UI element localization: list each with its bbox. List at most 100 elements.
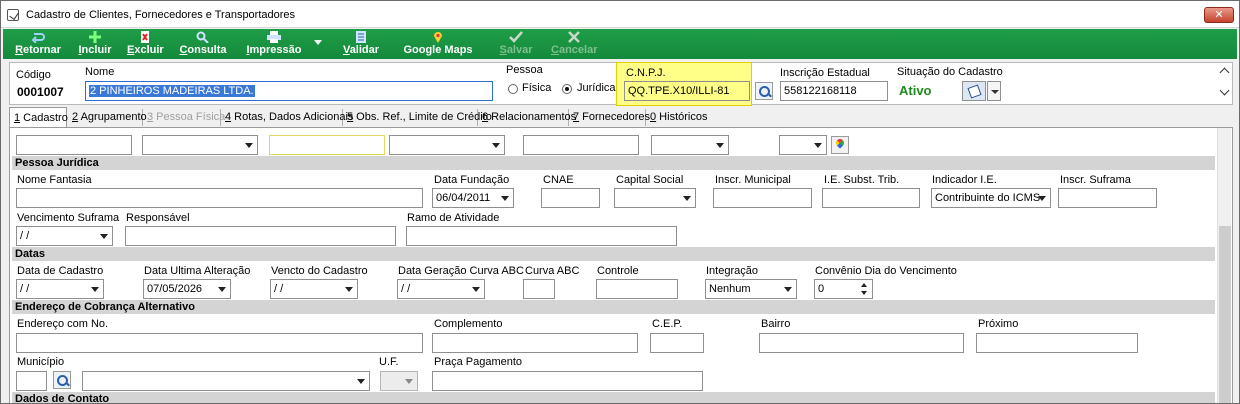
data-geracao-curva-picker[interactable]: / /	[397, 279, 485, 299]
tab-historicos[interactable]: 0 Históricos	[646, 109, 707, 126]
bairro-label: Bairro	[761, 318, 791, 330]
chevron-down-icon	[91, 287, 99, 292]
inscr-municipal-label: Inscr. Municipal	[715, 174, 791, 186]
chevron-up-icon[interactable]	[1219, 67, 1230, 78]
uf-select[interactable]	[380, 371, 418, 391]
impressao-dropdown-caret[interactable]	[314, 40, 322, 45]
integracao-label: Integração	[706, 265, 758, 277]
chevron-down-icon	[492, 143, 500, 148]
top-field-1[interactable]	[16, 135, 132, 155]
complemento-input[interactable]	[432, 333, 638, 353]
nome-fantasia-input[interactable]	[16, 188, 423, 208]
convenio-dia-vencimento-stepper[interactable]: 0	[814, 279, 873, 299]
bairro-input[interactable]	[759, 333, 964, 353]
tab-agrupamento[interactable]: 2 Agrupamento	[68, 109, 147, 126]
nome-input[interactable]: 2 PINHEIROS MADEIRAS LTDA.	[85, 81, 493, 101]
google-maps-icon[interactable]	[831, 136, 849, 154]
vencto-cadastro-picker[interactable]: / /	[270, 279, 358, 299]
tab-cadastro[interactable]: 1 Cadastro	[9, 107, 68, 127]
top-select-4[interactable]	[779, 135, 827, 155]
ie-subst-trib-input[interactable]	[822, 188, 920, 208]
delete-icon	[141, 31, 149, 43]
capital-social-label: Capital Social	[616, 174, 684, 186]
inscricao-estadual-input[interactable]: 558122168118	[780, 81, 888, 101]
salvar-button[interactable]: Salvar	[498, 29, 534, 59]
praca-pagamento-input[interactable]	[432, 371, 703, 391]
tab-fornecedores[interactable]: 7 Fornecedores	[569, 109, 650, 126]
data-geracao-curva-label: Data Geração Curva ABC	[398, 265, 524, 277]
controle-input[interactable]	[596, 279, 678, 299]
chevron-down-icon	[472, 287, 480, 292]
cnpj-label: C.N.P.J.	[626, 67, 666, 79]
incluir-button[interactable]: Incluir	[77, 29, 113, 59]
data-fundacao-picker[interactable]: 06/04/2011	[432, 188, 514, 208]
tab-obs-ref-limite-credito[interactable]: 5 Obs. Ref., Limite de Crédito	[343, 109, 492, 126]
tab-rotas-dados-adicionais[interactable]: 4 Rotas, Dados Adicionais	[221, 109, 353, 126]
top-field-3[interactable]	[523, 135, 639, 155]
top-select-1[interactable]	[142, 135, 258, 155]
inscr-municipal-input[interactable]	[713, 188, 812, 208]
stepper-arrows-icon[interactable]	[860, 281, 870, 297]
cnpj-lookup-icon[interactable]	[755, 82, 773, 100]
top-select-3[interactable]	[651, 135, 729, 155]
vencimento-suframa-picker[interactable]: / /	[16, 226, 113, 246]
situacao-label: Situação do Cadastro	[897, 66, 1003, 78]
municipio-search-icon[interactable]	[53, 371, 71, 389]
pessoa-fisica-radio[interactable]	[508, 84, 518, 94]
municipio-label: Município	[17, 356, 65, 368]
chevron-down-icon	[405, 379, 413, 384]
top-field-2[interactable]	[269, 135, 385, 155]
consulta-button[interactable]: Consulta	[178, 29, 228, 59]
data-ultima-alteracao-label: Data Ultima Alteração	[144, 265, 251, 277]
close-window-button[interactable]: ✕	[1204, 7, 1234, 23]
inscr-suframa-input[interactable]	[1058, 188, 1157, 208]
pessoa-juridica-radio[interactable]	[562, 84, 572, 94]
cnae-input[interactable]	[541, 188, 600, 208]
retornar-button[interactable]: Retornar	[11, 29, 65, 59]
chevron-down-icon[interactable]	[1219, 85, 1230, 96]
chevron-down-icon	[501, 196, 509, 201]
printer-icon	[267, 31, 281, 43]
cnpj-input[interactable]: QQ.TPE.X10/ILLI-81	[624, 81, 750, 101]
data-cadastro-picker[interactable]: / /	[16, 279, 104, 299]
uf-label: U.F.	[379, 356, 399, 368]
vencto-cadastro-label: Vencto do Cadastro	[271, 265, 368, 277]
capital-social-select[interactable]	[614, 188, 696, 208]
chevron-down-icon	[218, 287, 226, 292]
cancelar-button[interactable]: Cancelar	[551, 29, 597, 59]
content-scrollbar[interactable]	[1217, 128, 1231, 403]
nome-fantasia-label: Nome Fantasia	[17, 174, 92, 186]
plus-icon	[89, 31, 101, 43]
header-scroll[interactable]	[1218, 63, 1232, 104]
scrollbar-thumb[interactable]	[1219, 226, 1231, 403]
praca-pagamento-label: Praça Pagamento	[434, 356, 523, 368]
situacao-status: Ativo	[899, 83, 932, 98]
window-title: Cadastro de Clientes, Fornecedores e Tra…	[26, 9, 296, 21]
impressao-button[interactable]: Impressão	[243, 29, 305, 59]
situacao-dropdown[interactable]	[987, 81, 1001, 101]
situacao-edit-icon[interactable]	[962, 81, 986, 101]
ramo-atividade-input[interactable]	[406, 226, 677, 246]
data-ultima-alteracao-picker[interactable]: 07/05/2026	[143, 279, 231, 299]
cep-input[interactable]	[650, 333, 704, 353]
tab-pessoa-fisica[interactable]: 3 Pessoa Física	[143, 109, 225, 126]
proximo-input[interactable]	[976, 333, 1138, 353]
data-fundacao-label: Data Fundação	[434, 174, 510, 186]
tab-relacionamentos[interactable]: 6 Relacionamentos	[478, 109, 576, 126]
integracao-select[interactable]: Nenhum	[705, 279, 797, 299]
excluir-button[interactable]: Excluir	[127, 29, 164, 59]
municipio-code-input[interactable]	[16, 371, 47, 391]
endereco-input[interactable]	[16, 333, 423, 353]
curva-abc-input[interactable]	[523, 279, 555, 299]
chevron-down-icon	[814, 143, 822, 148]
validar-button[interactable]: Validar	[341, 29, 381, 59]
municipio-select[interactable]	[82, 371, 370, 391]
indicador-ie-select[interactable]: Contribuinte do ICMS	[931, 188, 1051, 208]
codigo-value: 0001007	[17, 85, 64, 99]
top-select-2[interactable]	[389, 135, 505, 155]
chevron-down-icon	[245, 143, 253, 148]
chevron-down-icon	[784, 287, 792, 292]
responsavel-input[interactable]	[125, 226, 396, 246]
google-maps-button[interactable]: Google Maps	[403, 29, 473, 59]
cadastro-content: Pessoa Jurídica Nome Fantasia Data Funda…	[9, 127, 1233, 403]
